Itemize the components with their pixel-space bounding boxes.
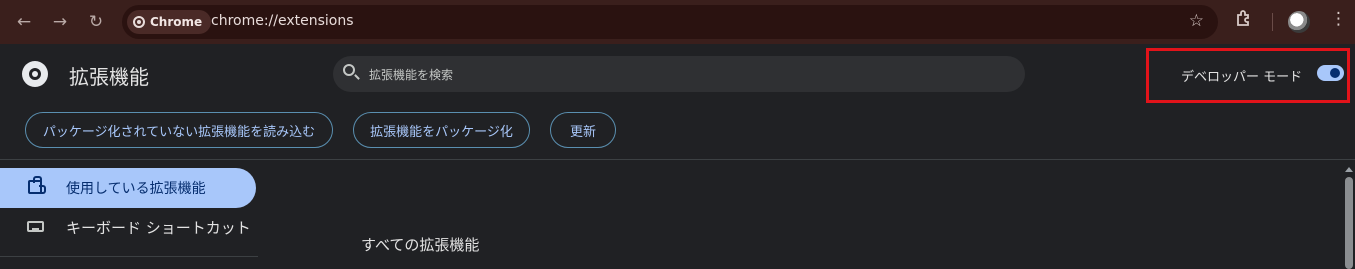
scroll-up-icon[interactable] <box>1345 167 1353 172</box>
search-box[interactable] <box>333 56 1025 92</box>
scrollbar[interactable] <box>1343 163 1355 269</box>
search-icon <box>343 64 355 76</box>
reload-icon[interactable]: ↻ <box>84 10 108 34</box>
update-button[interactable]: 更新 <box>550 112 616 148</box>
back-icon[interactable]: ← <box>12 10 36 34</box>
header-divider <box>0 159 1355 160</box>
sidebar-item-label: 使用している拡張機能 <box>66 181 206 197</box>
profile-avatar[interactable] <box>1288 11 1310 33</box>
scroll-thumb[interactable] <box>1345 177 1353 269</box>
toolbar-divider <box>1272 13 1273 31</box>
sidebar-item-label: キーボード ショートカット <box>66 218 251 237</box>
star-icon[interactable]: ☆ <box>1189 11 1204 31</box>
menu-icon[interactable]: ⋮ <box>1330 9 1347 29</box>
puzzle-icon <box>28 176 46 194</box>
sidebar-divider <box>0 256 258 257</box>
keyboard-icon <box>27 221 44 232</box>
forward-icon[interactable]: → <box>48 10 72 34</box>
load-unpacked-button[interactable]: パッケージ化されていない拡張機能を読み込む <box>25 112 333 148</box>
extensions-icon[interactable] <box>1235 9 1253 32</box>
chrome-logo-icon <box>22 61 48 87</box>
chrome-chip[interactable]: Chrome <box>127 10 212 34</box>
chrome-logo-icon <box>133 16 145 28</box>
chip-label: Chrome <box>150 15 203 29</box>
search-input[interactable] <box>367 64 971 86</box>
sidebar-item-extensions[interactable]: 使用している拡張機能 <box>0 168 256 208</box>
highlight-annotation <box>1146 48 1350 103</box>
url-text[interactable]: chrome://extensions <box>211 13 354 29</box>
sidebar-item-shortcuts[interactable]: キーボード ショートカット <box>0 207 256 247</box>
page-title: 拡張機能 <box>69 65 149 89</box>
pack-extension-button[interactable]: 拡張機能をパッケージ化 <box>353 112 530 148</box>
section-title: すべての拡張機能 <box>361 236 480 254</box>
browser-toolbar: ← → ↻ Chrome chrome://extensions ☆ ⋮ <box>0 0 1355 44</box>
address-bar[interactable]: Chrome chrome://extensions ☆ <box>122 5 1218 39</box>
